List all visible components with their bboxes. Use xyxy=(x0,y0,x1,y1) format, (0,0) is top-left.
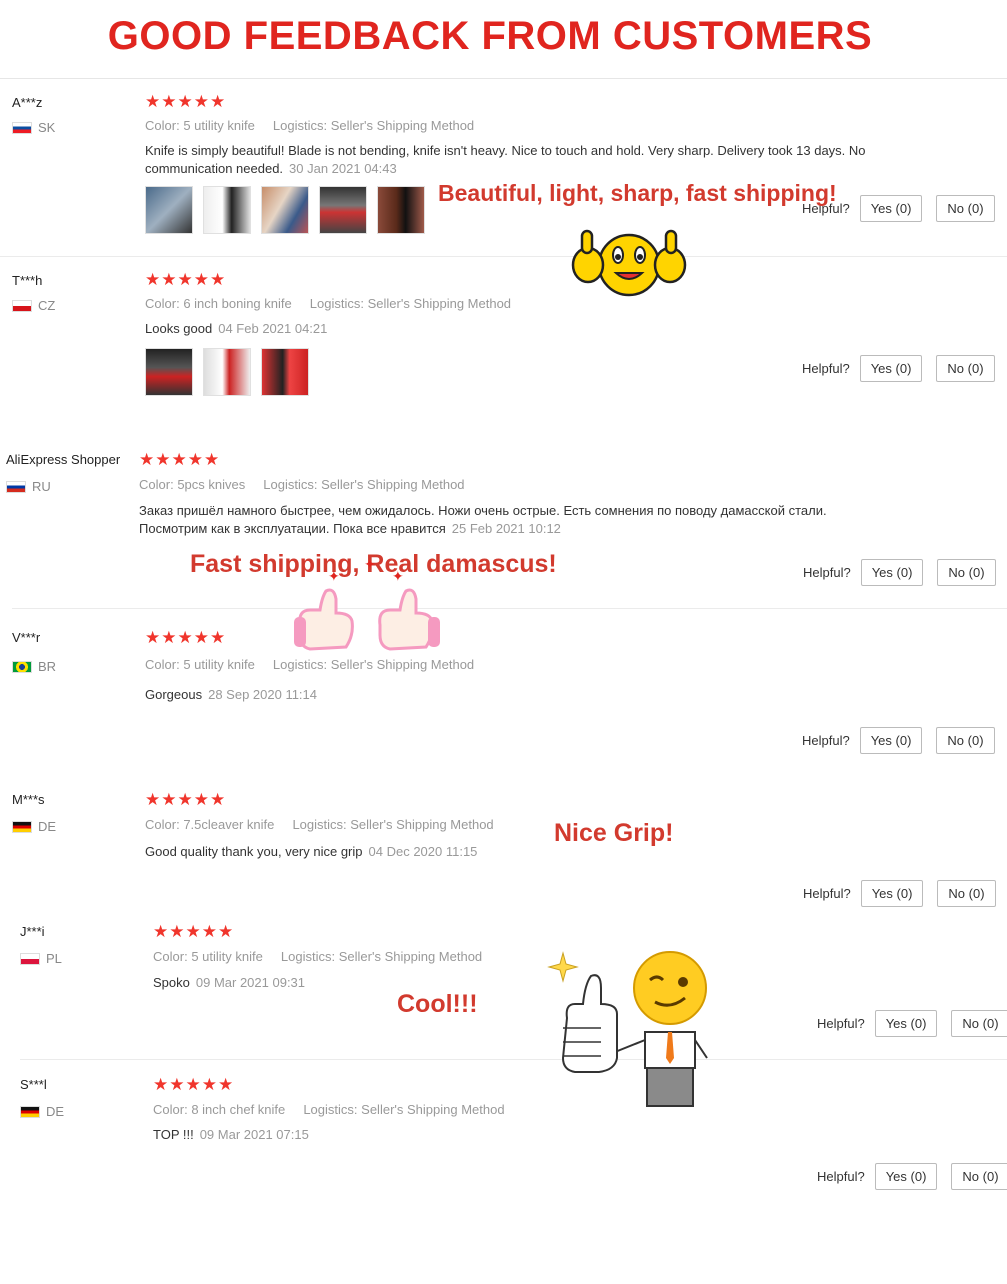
helpful-section: Helpful? Yes (0) No (0) xyxy=(802,727,995,754)
helpful-no-button[interactable]: No (0) xyxy=(936,195,995,222)
flag-icon xyxy=(6,480,26,493)
helpful-section: Helpful? Yes (0) No (0) xyxy=(803,880,996,907)
helpful-yes-button[interactable]: Yes (0) xyxy=(859,355,923,382)
review-meta: Color: 5 utility knife Logistics: Seller… xyxy=(145,657,475,672)
helpful-yes-button[interactable]: Yes (0) xyxy=(860,880,924,907)
header-divider xyxy=(0,78,1007,79)
winking-thumbs-up-man-icon xyxy=(547,951,708,1107)
review-text: Заказ пришёл намного быстрее, чем ожидал… xyxy=(139,503,827,536)
star-rating: ★★★★★ xyxy=(153,1075,235,1094)
thumbs-up-smiley-icon xyxy=(571,229,687,297)
annotation-text: Nice Grip! xyxy=(554,819,674,847)
review-photo[interactable] xyxy=(261,186,309,234)
helpful-yes-button[interactable]: Yes (0) xyxy=(860,559,924,586)
review-meta: Color: 8 inch chef knife Logistics: Sell… xyxy=(153,1102,505,1117)
annotation-text: Cool!!! xyxy=(397,990,478,1018)
reviewer-country: RU xyxy=(6,479,51,494)
helpful-section: Helpful? Yes (0) No (0) xyxy=(803,559,996,586)
annotation-text: Beautiful, light, sharp, fast shipping! xyxy=(438,180,837,206)
helpful-yes-button[interactable]: Yes (0) xyxy=(859,195,923,222)
svg-text:✦: ✦ xyxy=(328,569,340,585)
flag-icon xyxy=(12,299,32,312)
reviewer-name: M***s xyxy=(12,792,45,807)
review-meta: Color: 5 utility knife Logistics: Seller… xyxy=(153,949,483,964)
helpful-yes-button[interactable]: Yes (0) xyxy=(874,1010,938,1037)
star-rating: ★★★★★ xyxy=(145,270,227,289)
pink-thumbs-up-icon: ✦ ✦ ✦ xyxy=(294,557,440,651)
reviewer-name: J***i xyxy=(20,924,45,939)
review-text: TOP !!! 09 Mar 2021 07:15 xyxy=(153,1127,309,1142)
review-photo[interactable] xyxy=(377,186,425,234)
review-photo[interactable] xyxy=(203,348,251,396)
star-rating: ★★★★★ xyxy=(145,92,227,111)
flag-icon xyxy=(20,1105,40,1118)
review-text: Looks good 04 Feb 2021 04:21 xyxy=(145,321,328,336)
review-photo[interactable] xyxy=(261,348,309,396)
review-text: Knife is simply beautiful! Blade is not … xyxy=(145,143,866,176)
helpful-yes-button[interactable]: Yes (0) xyxy=(859,727,923,754)
helpful-section: Helpful? Yes (0) No (0) xyxy=(817,1163,1007,1190)
review-photo[interactable] xyxy=(145,348,193,396)
helpful-section: Helpful? Yes (0) No (0) xyxy=(817,1010,1007,1037)
reviewer-name: V***r xyxy=(12,630,41,645)
star-rating: ★★★★★ xyxy=(139,450,221,469)
reviewer-name: T***h xyxy=(12,273,43,288)
svg-text:✦: ✦ xyxy=(392,569,404,585)
review-text: Gorgeous 28 Sep 2020 11:14 xyxy=(145,687,318,702)
review-photos xyxy=(145,348,309,396)
star-rating: ★★★★★ xyxy=(145,628,227,647)
helpful-no-button[interactable]: No (0) xyxy=(936,727,995,754)
reviewer-country: DE xyxy=(20,1104,64,1119)
page-title: GOOD FEEDBACK FROM CUSTOMERS xyxy=(107,14,873,58)
review-divider xyxy=(0,256,1007,257)
star-rating: ★★★★★ xyxy=(145,790,227,809)
review-meta: Color: 5pcs knives Logistics: Seller's S… xyxy=(139,477,465,492)
flag-icon xyxy=(12,121,32,134)
review-meta: Color: 6 inch boning knife Logistics: Se… xyxy=(145,296,512,311)
review-photo[interactable] xyxy=(145,186,193,234)
review-meta: Color: 7.5cleaver knife Logistics: Selle… xyxy=(145,817,494,832)
helpful-no-button[interactable]: No (0) xyxy=(951,1010,1007,1037)
star-rating: ★★★★★ xyxy=(153,922,235,941)
review-divider xyxy=(12,608,1007,609)
helpful-no-button[interactable]: No (0) xyxy=(937,880,996,907)
helpful-no-button[interactable]: No (0) xyxy=(937,559,996,586)
review-meta: Color: 5 utility knife Logistics: Seller… xyxy=(145,118,475,133)
reviewer-country: BR xyxy=(12,659,56,674)
reviewer-country: SK xyxy=(12,120,55,135)
reviewer-name: AliExpress Shopper xyxy=(6,452,121,467)
review-photos xyxy=(145,186,425,234)
flag-icon xyxy=(12,660,32,673)
helpful-yes-button[interactable]: Yes (0) xyxy=(874,1163,938,1190)
flag-icon xyxy=(12,820,32,833)
reviewer-country: PL xyxy=(20,951,62,966)
reviewer-country: CZ xyxy=(12,298,55,313)
review-photo[interactable] xyxy=(319,186,367,234)
svg-text:✦: ✦ xyxy=(364,557,376,573)
helpful-section: Helpful? Yes (0) No (0) xyxy=(802,355,995,382)
reviewer-country: DE xyxy=(12,819,56,834)
helpful-no-button[interactable]: No (0) xyxy=(951,1163,1007,1190)
helpful-no-button[interactable]: No (0) xyxy=(936,355,995,382)
flag-icon xyxy=(20,952,40,965)
reviewer-name: A***z xyxy=(12,95,43,110)
reviewer-name: S***l xyxy=(20,1077,47,1092)
review-divider xyxy=(20,1059,1007,1060)
review-photo[interactable] xyxy=(203,186,251,234)
